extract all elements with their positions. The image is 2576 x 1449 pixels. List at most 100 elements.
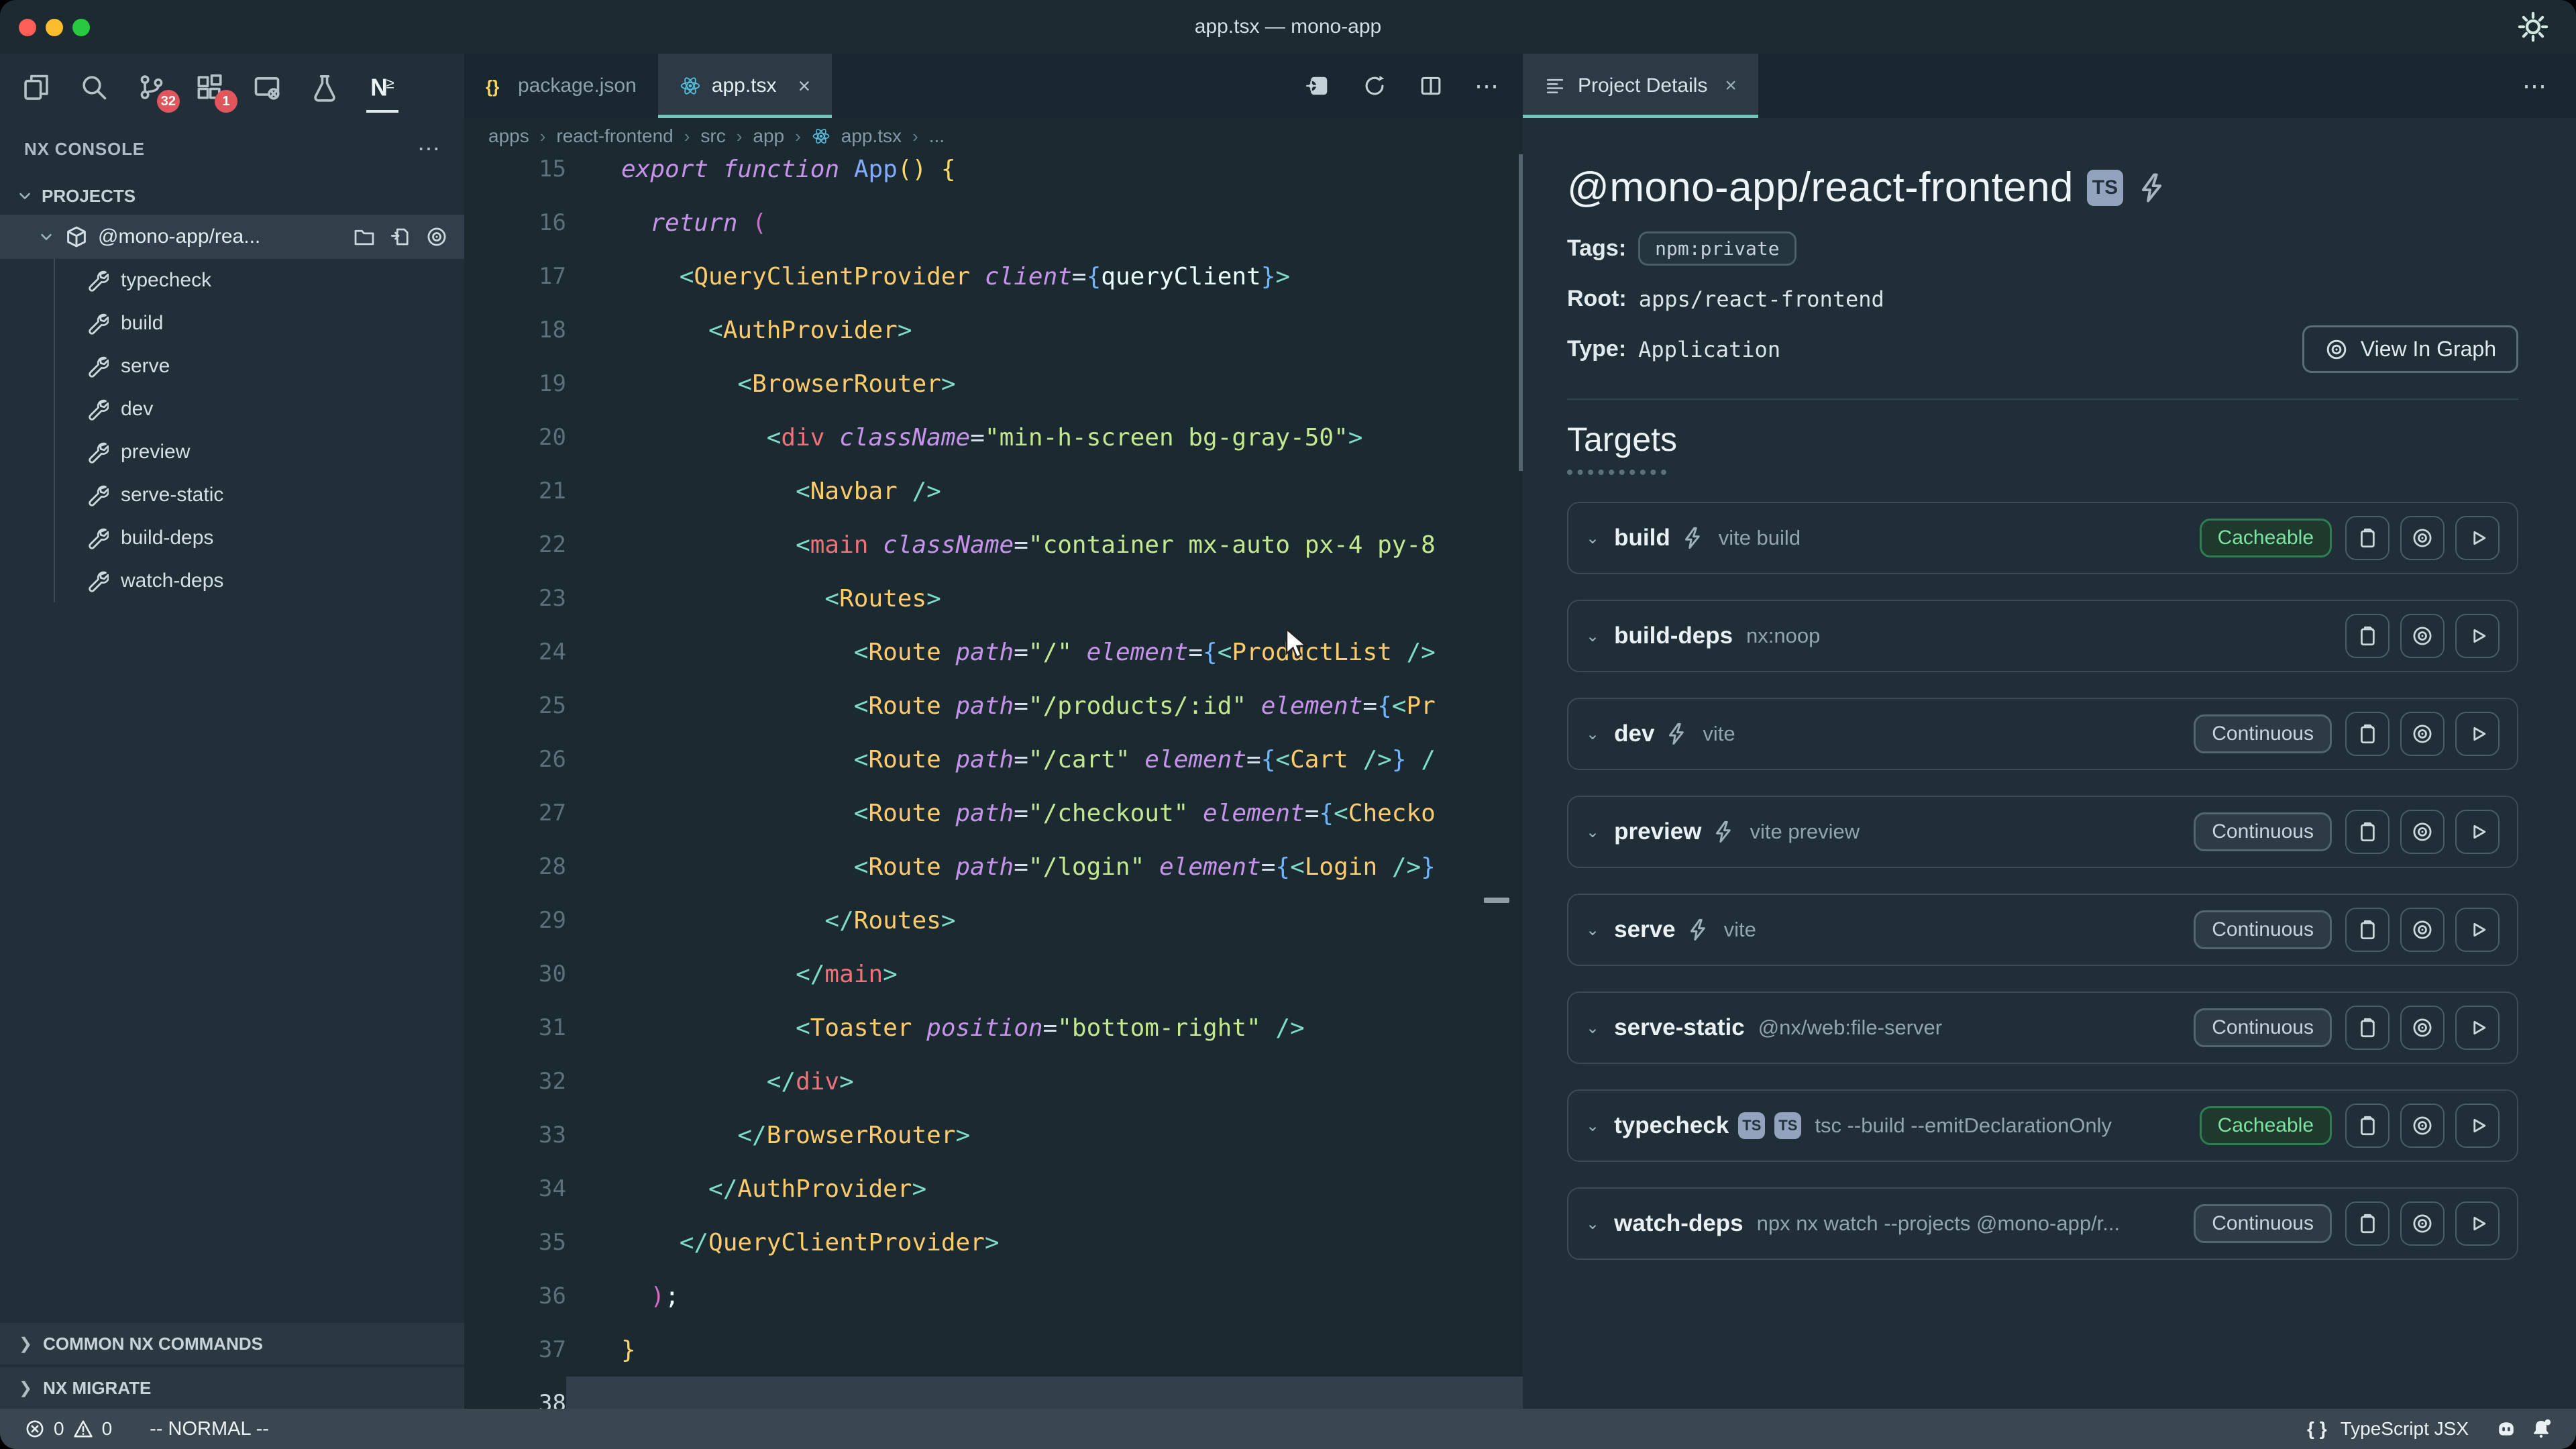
line-number: 20 bbox=[464, 424, 566, 451]
breadcrumb-item[interactable]: src bbox=[700, 125, 725, 147]
chevron-down-icon[interactable]: ⌄ bbox=[1586, 627, 1599, 646]
sidebar-item-project[interactable]: @mono-app/rea... bbox=[0, 215, 464, 259]
chevron-down-icon[interactable]: ⌄ bbox=[1586, 1214, 1599, 1234]
files-icon[interactable] bbox=[19, 64, 54, 110]
function nmeIcon(x){return x}-button[interactable] bbox=[2400, 516, 2445, 560]
function nmeIcon(x){return x}-button[interactable] bbox=[2455, 1201, 2500, 1246]
errors-icon[interactable] bbox=[24, 1418, 46, 1440]
code-line: 31<Toaster position="bottom-right" /> bbox=[464, 1001, 1523, 1055]
editor-tab-bar: {} package.json app.tsx × ⋯ bbox=[464, 54, 1523, 118]
code-line: 15export function App() { bbox=[464, 154, 1523, 196]
function nmeIcon(x){return x}-button[interactable] bbox=[2345, 810, 2390, 854]
copilot-icon[interactable] bbox=[2496, 1418, 2517, 1440]
function nmeIcon(x){return x}-button[interactable] bbox=[2400, 810, 2445, 854]
target-card-typecheck: ⌄typecheckTSTStsc --build --emitDeclarat… bbox=[1567, 1089, 2518, 1162]
function nmeIcon(x){return x}-button[interactable] bbox=[2455, 1006, 2500, 1050]
function nmeIcon(x){return x}-button[interactable] bbox=[2345, 614, 2390, 658]
function nmeIcon(x){return x}-button[interactable] bbox=[2400, 614, 2445, 658]
function nmeIcon(x){return x}-button[interactable] bbox=[2345, 1104, 2390, 1148]
type-label: Type: bbox=[1567, 336, 1626, 362]
code-line: 25<Route path="/products/:id" element={<… bbox=[464, 679, 1523, 733]
notifications-bell-icon[interactable] bbox=[2530, 1418, 2552, 1440]
function nmeIcon(x){return x}-button[interactable] bbox=[2400, 712, 2445, 756]
view-in-graph-button[interactable]: View In Graph bbox=[2302, 325, 2518, 373]
sidebar-target-serve[interactable]: serve bbox=[55, 345, 464, 388]
function nmeIcon(x){return x}-button[interactable] bbox=[2455, 810, 2500, 854]
function nmeIcon(x){return x}-button[interactable] bbox=[2345, 908, 2390, 952]
vscode-window: app.tsx — mono-app 321 NX CONSOLE ⋯ PROJ… bbox=[0, 0, 2576, 1449]
function nmeIcon(x){return x}-button[interactable] bbox=[2455, 712, 2500, 756]
function nmeIcon(x){return x}-button[interactable] bbox=[2455, 516, 2500, 560]
function nmeIcon(x){return x}-button[interactable] bbox=[2455, 1104, 2500, 1148]
chevron-down-icon[interactable]: ⌄ bbox=[1586, 724, 1599, 744]
breadcrumb-separator: › bbox=[912, 126, 918, 147]
folder-icon[interactable] bbox=[353, 225, 376, 248]
target-label: typecheck bbox=[121, 269, 211, 292]
function nmeIcon(x){return x}-button[interactable] bbox=[2345, 712, 2390, 756]
function nmeIcon(x){return x}-button[interactable] bbox=[2400, 908, 2445, 952]
sidebar-section-nx-migrate[interactable]: ❯NX MIGRATE bbox=[0, 1367, 464, 1409]
chevron-down-icon[interactable]: ⌄ bbox=[1586, 1018, 1599, 1038]
function nmeIcon(x){return x}-button[interactable] bbox=[2455, 908, 2500, 952]
line-number: 23 bbox=[464, 585, 566, 612]
sidebar-target-watch-deps[interactable]: watch-deps bbox=[55, 559, 464, 602]
function nmeIcon(x){return x} bbox=[2411, 820, 2434, 843]
extensions-icon[interactable]: 1 bbox=[192, 64, 227, 110]
code-editor[interactable]: 15export function App() {16return (17<Qu… bbox=[464, 154, 1523, 1409]
search-icon[interactable] bbox=[76, 64, 111, 110]
warnings-icon[interactable] bbox=[72, 1418, 94, 1440]
function nmeIcon(x){return x}-button[interactable] bbox=[2400, 1201, 2445, 1246]
split-editor-icon[interactable] bbox=[1418, 73, 1444, 99]
target-card-serve: ⌄serveviteContinuous bbox=[1567, 894, 2518, 966]
tab-app-tsx[interactable]: app.tsx × bbox=[658, 54, 832, 118]
refresh-icon[interactable] bbox=[1362, 73, 1387, 99]
language-mode[interactable]: TypeScript JSX bbox=[2341, 1418, 2469, 1440]
error-count[interactable]: 0 bbox=[54, 1418, 64, 1440]
sidebar-section-common-nx-commands[interactable]: ❯COMMON NX COMMANDS bbox=[0, 1323, 464, 1364]
function nmeIcon(x){return x} bbox=[2466, 1016, 2489, 1039]
function nmeIcon(x){return x}-button[interactable] bbox=[2400, 1104, 2445, 1148]
function nmeIcon(x){return x}-button[interactable] bbox=[2345, 1006, 2390, 1050]
chevron-down-icon[interactable]: ⌄ bbox=[1586, 920, 1599, 940]
close-tab-icon[interactable]: × bbox=[798, 74, 811, 99]
remote-explorer-icon[interactable] bbox=[250, 64, 284, 110]
chevron-down-icon[interactable]: ⌄ bbox=[1586, 1116, 1599, 1136]
chevron-down-icon[interactable]: ⌄ bbox=[1586, 529, 1599, 548]
testing-icon[interactable] bbox=[307, 64, 342, 110]
view-in-graph-icon[interactable] bbox=[425, 225, 448, 248]
nx-console-icon[interactable] bbox=[365, 64, 400, 110]
function nmeIcon(x){return x}-button[interactable] bbox=[2400, 1006, 2445, 1050]
sidebar-target-build[interactable]: build bbox=[55, 302, 464, 345]
warning-count[interactable]: 0 bbox=[102, 1418, 113, 1440]
files-icon bbox=[21, 72, 51, 102]
sidebar-target-serve-static[interactable]: serve-static bbox=[55, 474, 464, 517]
open-project-details-icon[interactable] bbox=[1305, 73, 1331, 99]
sidebar-target-build-deps[interactable]: build-deps bbox=[55, 517, 464, 559]
sidebar-more-actions-icon[interactable]: ⋯ bbox=[417, 136, 440, 162]
sidebar-target-dev[interactable]: dev bbox=[55, 388, 464, 431]
chevron-down-icon[interactable]: ⌄ bbox=[1586, 822, 1599, 842]
function nmeIcon(x){return x}-button[interactable] bbox=[2345, 1201, 2390, 1246]
breadcrumb-item[interactable]: app bbox=[753, 125, 784, 147]
more-actions-icon[interactable]: ⋯ bbox=[1474, 74, 1499, 98]
function nmeIcon(x){return x}-button[interactable] bbox=[2345, 516, 2390, 560]
open-config-file-icon[interactable] bbox=[389, 225, 412, 248]
function nmeIcon(x){return x}-button[interactable] bbox=[2455, 614, 2500, 658]
tab-package-json[interactable]: {} package.json bbox=[464, 54, 658, 118]
breadcrumb-item[interactable]: react-frontend bbox=[556, 125, 673, 147]
breadcrumb-item[interactable]: app.tsx bbox=[841, 125, 902, 147]
sidebar-target-typecheck[interactable]: typecheck bbox=[55, 259, 464, 302]
breadcrumb-item[interactable]: apps bbox=[488, 125, 529, 147]
settings-gear-icon[interactable] bbox=[2517, 11, 2549, 43]
code-text: </Routes> bbox=[566, 907, 956, 934]
sidebar-target-preview[interactable]: preview bbox=[55, 431, 464, 474]
close-tab-icon[interactable]: × bbox=[1725, 74, 1737, 97]
more-actions-icon[interactable]: ⋯ bbox=[2522, 72, 2576, 100]
code-line: 29</Routes> bbox=[464, 894, 1523, 947]
target-card-preview: ⌄previewvite previewContinuous bbox=[1567, 796, 2518, 868]
projects-tree-header[interactable]: PROJECTS bbox=[0, 177, 464, 215]
source-control-icon[interactable]: 32 bbox=[134, 64, 169, 110]
tab-project-details[interactable]: Project Details × bbox=[1523, 54, 1758, 118]
function nmeIcon(x){return x} bbox=[2411, 1212, 2434, 1235]
breadcrumb-item[interactable]: ... bbox=[929, 125, 945, 147]
